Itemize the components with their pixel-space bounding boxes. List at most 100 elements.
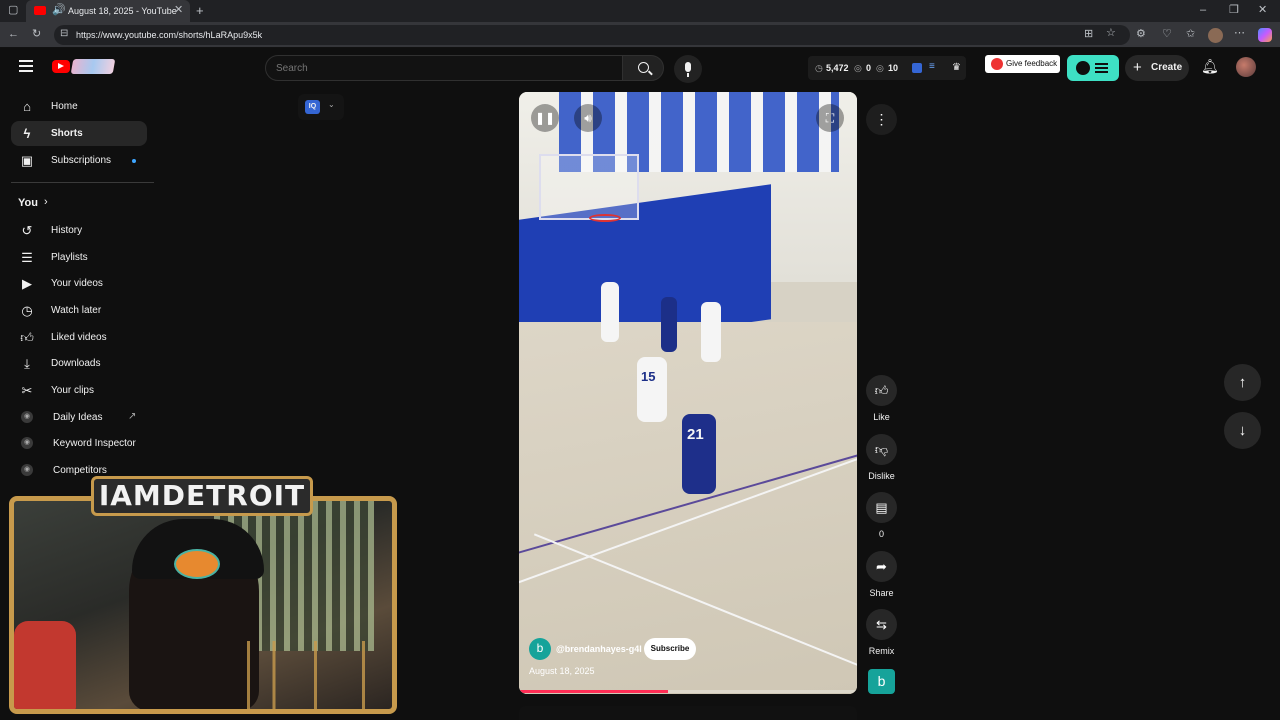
shorts-icon: ϟ [23, 126, 31, 141]
share-action[interactable]: ➦ Share [866, 551, 897, 598]
clock-icon: ◷ [815, 63, 823, 73]
voice-search-button[interactable] [674, 55, 702, 83]
jersey-number: 21 [687, 426, 704, 443]
sidebar-item-home[interactable]: ⌂ Home [11, 94, 147, 119]
vidiq-icon[interactable] [912, 63, 922, 73]
sidebar-item-keyword-inspector[interactable]: ◉ Keyword Inspector [11, 431, 147, 456]
minimize-icon[interactable]: – [1200, 5, 1206, 16]
like-action[interactable]: 👍︎ Like [866, 375, 897, 422]
channel-avatar[interactable]: b [529, 638, 551, 660]
shorts-video-player[interactable]: 15 21 ❚❚ 🔊︎ ⛶ b @brendanhayes-g4l Subscr… [519, 92, 857, 694]
sidebar-you-header[interactable]: You › [11, 191, 147, 216]
browser-essentials-icon[interactable]: ♡ [1162, 29, 1172, 40]
search-input[interactable] [276, 61, 606, 75]
dislike-icon[interactable]: 👎︎ [866, 434, 897, 465]
like-icon[interactable]: 👍︎ [866, 375, 897, 406]
remix-action[interactable]: ⇆ Remix [866, 609, 897, 656]
sidebar-item-playlists[interactable]: ☰ Playlists [11, 245, 147, 270]
url-field[interactable]: ⊟ https://www.youtube.com/shorts/hLaRApu… [54, 25, 1130, 45]
watch-later-icon: ◷ [21, 303, 33, 318]
previous-short-button[interactable]: ↑ [1224, 364, 1261, 401]
copilot-icon[interactable] [1258, 28, 1272, 42]
app-available-icon[interactable]: ⊞ [1084, 29, 1093, 40]
favorites-icon[interactable]: ✩ [1186, 29, 1195, 40]
list-icon[interactable]: ≡ [929, 61, 935, 72]
sidebar-item-daily-ideas[interactable]: ◉ Daily Ideas ↗ [11, 405, 147, 430]
vidiq-dropdown[interactable]: IQ ⌄ [298, 94, 344, 120]
back-icon[interactable]: ← [8, 29, 19, 40]
progress-track[interactable] [519, 690, 857, 693]
tab-actions-icon[interactable]: ▢ [8, 5, 18, 16]
sidebar-item-watch-later[interactable]: ◷ Watch later [11, 298, 147, 323]
search-button[interactable] [622, 55, 664, 81]
audio-playing-icon[interactable]: 🔊 [52, 5, 66, 16]
close-window-icon[interactable]: ✕ [1258, 5, 1267, 16]
site-info-icon[interactable]: ⊟ [60, 29, 68, 39]
fullscreen-button[interactable]: ⛶ [816, 104, 844, 132]
account-avatar[interactable] [1236, 57, 1256, 77]
fist-graphic-icon [14, 621, 76, 709]
player-white-1 [601, 282, 619, 342]
skyline-graphic-icon [234, 641, 392, 709]
remix-icon[interactable]: ⇆ [866, 609, 897, 640]
close-tab-icon[interactable]: ✕ [174, 5, 183, 16]
subscribe-button[interactable]: Subscribe [644, 638, 696, 660]
stats-views: 0 [866, 63, 872, 73]
webcam-frame [9, 496, 397, 714]
sidebar-item-history[interactable]: ↺ History [11, 218, 147, 243]
restore-icon[interactable]: ❐ [1229, 5, 1239, 16]
new-tab-icon[interactable]: + [196, 4, 204, 17]
menu-icon[interactable] [19, 60, 33, 72]
comments-action[interactable]: ▤ 0 [866, 492, 897, 539]
sidebar-item-label: Downloads [51, 358, 101, 369]
history-icon: ↺ [21, 223, 33, 238]
favorite-star-icon[interactable]: ☆ [1106, 28, 1116, 39]
sidebar-item-label: Your videos [51, 278, 103, 289]
reload-icon[interactable]: ↻ [32, 29, 41, 40]
chevron-right-icon: › [44, 196, 48, 208]
create-button[interactable]: + Create [1125, 55, 1189, 81]
volume-button[interactable]: 🔊︎ [574, 104, 602, 132]
youtube-header: ◷ 5,472 ◎ 0 ◎ 10 ≡ ♛ Give feedback + Cre… [0, 48, 1280, 88]
channel-thumb-button[interactable]: b [868, 669, 895, 694]
give-feedback-button[interactable]: Give feedback [985, 55, 1060, 73]
channel-handle[interactable]: @brendanhayes-g4l [556, 644, 642, 654]
channel-stats-widget[interactable]: ◷ 5,472 ◎ 0 ◎ 10 ≡ ♛ [808, 56, 966, 80]
sidebar-item-subscriptions[interactable]: ▣ Subscriptions [11, 148, 147, 173]
sidebar-divider [11, 182, 154, 183]
comment-icon[interactable]: ▤ [866, 492, 897, 523]
feedback-icon [991, 58, 1003, 70]
dislike-action[interactable]: 👎︎ Dislike [866, 434, 897, 481]
pause-button[interactable]: ❚❚ [531, 104, 559, 132]
share-label: Share [869, 588, 894, 598]
sidebar-item-label: Subscriptions [51, 155, 112, 166]
notifications-bell-icon[interactable]: 🔔︎ [1201, 58, 1219, 75]
more-actions-button[interactable]: ⋮ [866, 104, 897, 135]
next-short-button[interactable]: ↓ [1224, 412, 1261, 449]
youtube-favicon-icon [34, 6, 46, 15]
tubebuddy-icon [1076, 61, 1090, 75]
sidebar-item-shorts[interactable]: ϟ Shorts [11, 121, 147, 146]
progress-fill [519, 690, 668, 693]
playlists-icon: ☰ [21, 250, 33, 265]
sidebar-item-liked-videos[interactable]: 👍︎ Liked videos [11, 325, 147, 350]
sidebar-item-your-videos[interactable]: ▶ Your videos [11, 271, 147, 296]
sidebar-item-label: Keyword Inspector [53, 438, 136, 449]
next-video-preview[interactable] [519, 706, 857, 720]
share-icon[interactable]: ➦ [866, 551, 897, 582]
browser-tab[interactable]: 🔊 August 18, 2025 - YouTube ✕ [26, 0, 190, 22]
trophy-icon[interactable]: ♛ [952, 62, 961, 73]
youtube-logo[interactable] [52, 57, 116, 77]
comments-count: 0 [878, 529, 884, 539]
sidebar-item-downloads[interactable]: ⤓ Downloads [11, 351, 147, 376]
external-link-icon: ↗ [128, 411, 137, 422]
like-label: Like [873, 412, 890, 422]
sidebar-item-your-clips[interactable]: ✂ Your clips [11, 378, 147, 403]
more-options-icon[interactable]: ⋯ [1234, 28, 1245, 39]
tubebuddy-button[interactable] [1067, 55, 1119, 81]
remix-label: Remix [868, 646, 895, 656]
player-blue-21: 21 [682, 414, 716, 494]
profile-avatar-icon[interactable] [1208, 28, 1223, 43]
extensions-icon[interactable]: ⚙ [1136, 29, 1146, 40]
search-box[interactable] [265, 55, 623, 81]
